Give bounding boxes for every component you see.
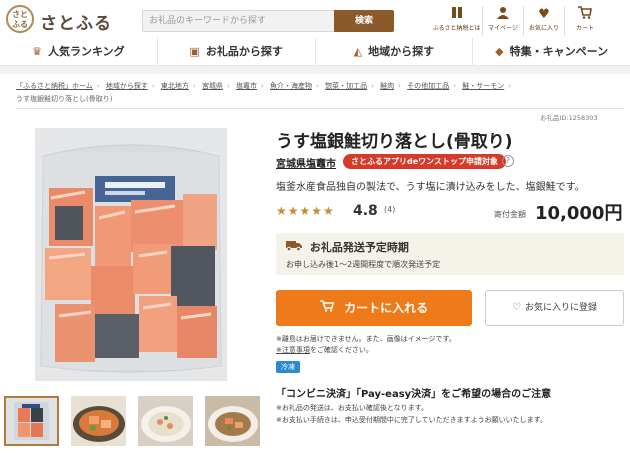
crown-icon: ♛ bbox=[32, 45, 42, 58]
logo-text[interactable]: さとふる bbox=[40, 9, 112, 34]
product-description: 塩釜水産食品独自の製法で、うす塩に漬け込みをした、塩銀鮭です。 bbox=[276, 182, 585, 193]
favorites-link[interactable]: ♥ お気に入り bbox=[523, 6, 564, 36]
cart-icon bbox=[565, 6, 605, 23]
frozen-badge: 冷凍 bbox=[276, 361, 300, 373]
book-icon bbox=[431, 6, 482, 23]
header-icon-group: ふるさと納税とは マイページ ♥ お気に入り カート bbox=[431, 6, 605, 36]
cart-link[interactable]: カート bbox=[564, 6, 605, 36]
thumbnail[interactable] bbox=[205, 396, 260, 446]
breadcrumb-link[interactable]: 魚介・海産物 bbox=[270, 82, 312, 90]
about-label: ふるさと納税とは bbox=[432, 25, 481, 32]
nav-gifts-label: お礼品から探す bbox=[205, 45, 283, 58]
breadcrumb-link[interactable]: 鮭肉 bbox=[380, 82, 394, 90]
tag-icon: ◆ bbox=[495, 45, 504, 58]
site-header: さと ふる さとふる お礼品のキーワードから探す 検索 ふるさと納税とは マイペー… bbox=[0, 0, 630, 38]
cart-label: カート bbox=[575, 25, 594, 32]
product-main-image[interactable] bbox=[35, 128, 227, 381]
note-text: をご確認ください。 bbox=[309, 346, 373, 354]
notes: ※離島はお届けできません。また、画像はイメージです。 ※注意事項をご確認ください… bbox=[276, 334, 456, 356]
logo-mark[interactable]: さと ふる bbox=[6, 5, 34, 33]
thumbnail[interactable] bbox=[4, 396, 59, 446]
breadcrumb-link[interactable]: 塩竈市 bbox=[236, 82, 257, 90]
add-to-cart-label: カートに入れる bbox=[344, 301, 429, 315]
mypage-label: マイページ bbox=[488, 25, 518, 32]
shipping-title-text: お礼品発送予定時期 bbox=[309, 241, 409, 254]
add-favorite-label: お気に入りに登録 bbox=[524, 303, 597, 313]
breadcrumb-current: うす塩銀鮭切り落とし(骨取り) bbox=[16, 95, 113, 103]
about-link[interactable]: ふるさと納税とは bbox=[431, 6, 482, 36]
help-icon[interactable]: ? bbox=[502, 155, 514, 167]
note-line: ※離島はお届けできません。また、画像はイメージです。 bbox=[276, 335, 456, 343]
nav-campaign-label: 特集・キャンペーン bbox=[509, 45, 609, 58]
cart-icon bbox=[319, 300, 338, 315]
payment-note-line: ※お礼品の発送は、お支払い確認後となります。 bbox=[276, 404, 428, 412]
add-favorite-button[interactable]: ♡ お気に入りに登録 bbox=[485, 290, 624, 326]
breadcrumb-link[interactable]: 宮城県 bbox=[202, 82, 223, 90]
thumbnail[interactable] bbox=[138, 396, 193, 446]
truck-icon bbox=[286, 241, 306, 254]
nav-ranking-label: 人気ランキング bbox=[47, 45, 125, 58]
search-input[interactable]: お礼品のキーワードから探す bbox=[142, 10, 334, 32]
thumbnail[interactable] bbox=[71, 396, 126, 446]
shipping-info: お礼品発送予定時期 お申し込み後1～2週間程度で順次発送予定 bbox=[276, 233, 624, 275]
payment-note-line: ※お支払い手続きは、申込受付期間中に完了していただきますようお願いいたします。 bbox=[276, 416, 547, 424]
note-line: ※注意事項をご確認ください。 bbox=[276, 345, 456, 356]
breadcrumb-divider bbox=[16, 108, 624, 109]
person-icon bbox=[483, 6, 523, 23]
divider-bar bbox=[0, 66, 630, 74]
breadcrumb-link[interactable]: 地域から探す bbox=[106, 82, 148, 90]
nav-region-label: 地域から探す bbox=[368, 45, 435, 58]
payment-notes: ※お礼品の発送は、お支払い確認後となります。 ※お支払い手続きは、申込受付期間中… bbox=[276, 402, 547, 426]
main-nav: ♛ 人気ランキング ▣ お礼品から探す ◭ 地域から探す ◆ 特集・キャンペーン bbox=[0, 38, 630, 66]
breadcrumb: 「ふるさと納税」ホーム › 地域から探す › 東北地方 › 宮城県 › 塩竈市 › 魚介・… bbox=[16, 82, 512, 103]
breadcrumb-link[interactable]: 鮭・サーモン bbox=[462, 82, 504, 90]
rating-stars: ★★★★★ bbox=[276, 204, 335, 218]
breadcrumb-link[interactable]: その他加工品 bbox=[407, 82, 449, 90]
app-onestop-badge: さとふるアプリdeワンストップ申請対象 bbox=[343, 154, 506, 169]
shipping-detail: お申し込み後1～2週間程度で順次発送予定 bbox=[286, 260, 441, 269]
nav-campaign[interactable]: ◆ 特集・キャンペーン bbox=[473, 38, 630, 66]
rating-score: 4.8 bbox=[353, 203, 378, 219]
nav-gifts[interactable]: ▣ お礼品から探す bbox=[158, 38, 316, 66]
review-count-link[interactable]: (4) bbox=[384, 205, 395, 214]
gift-icon: ▣ bbox=[189, 45, 200, 58]
nav-ranking[interactable]: ♛ 人気ランキング bbox=[0, 38, 158, 66]
thumbnail-strip bbox=[4, 396, 272, 446]
heart-outline-icon: ♡ bbox=[512, 302, 521, 313]
nav-region[interactable]: ◭ 地域から探す bbox=[316, 38, 474, 66]
breadcrumb-link[interactable]: 東北地方 bbox=[161, 82, 189, 90]
favorites-label: お気に入り bbox=[528, 25, 559, 32]
municipality-link[interactable]: 宮城県塩竈市 bbox=[276, 155, 336, 170]
breadcrumb-link[interactable]: 「ふるさと納税」ホーム bbox=[16, 82, 93, 90]
product-title: うす塩銀鮭切り落とし(骨取り) bbox=[276, 132, 513, 152]
breadcrumb-link[interactable]: 惣菜・加工品 bbox=[325, 82, 367, 90]
mypage-link[interactable]: マイページ bbox=[482, 6, 523, 36]
add-to-cart-button[interactable]: カートに入れる bbox=[276, 290, 472, 326]
caution-link[interactable]: ※注意事項 bbox=[276, 346, 310, 354]
shipping-title: お礼品発送予定時期 bbox=[286, 239, 409, 255]
search-button[interactable]: 検索 bbox=[334, 10, 394, 32]
price-label: 寄付金額 bbox=[494, 210, 526, 219]
payment-notice-title: 「コンビニ決済」「Pay-easy決済」をご希望の場合のご注意 bbox=[276, 389, 552, 400]
map-icon: ◭ bbox=[353, 45, 363, 58]
item-id: お礼品ID:1258303 bbox=[540, 114, 598, 122]
price: 10,000円 bbox=[535, 203, 623, 224]
heart-icon: ♥ bbox=[538, 7, 550, 22]
